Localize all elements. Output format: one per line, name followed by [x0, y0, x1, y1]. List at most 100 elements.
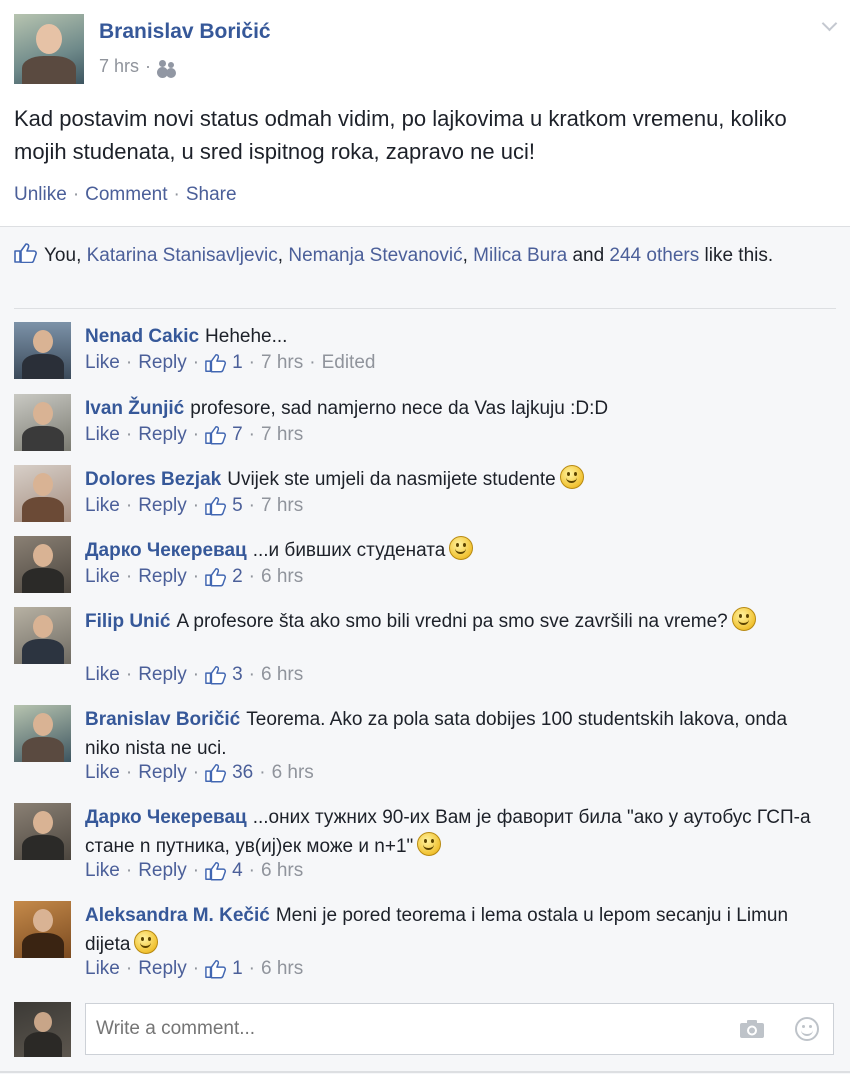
comment-text: A profesore šta ako smo bili vredni pa s…	[176, 611, 728, 632]
author-name[interactable]: Branislav Boričić	[99, 20, 271, 44]
viewer-avatar[interactable]	[14, 1002, 71, 1057]
comment-actions: Like · Reply · 7 · 7 hrs	[85, 424, 303, 446]
comment-like-link[interactable]: Like	[85, 424, 120, 446]
author-avatar[interactable]	[14, 14, 84, 84]
comment-time[interactable]: 6 hrs	[261, 860, 303, 882]
comment-body: Dolores Bezjak Uvijek ste umjeli da nasmi…	[85, 465, 825, 494]
comment-link[interactable]: Comment	[85, 184, 167, 205]
smiley-icon	[417, 832, 442, 856]
commenter-avatar[interactable]	[14, 536, 71, 593]
commenter-avatar[interactable]	[14, 803, 71, 860]
separator: ·	[248, 664, 255, 685]
comment-reply-link[interactable]: Reply	[138, 495, 187, 517]
comment-body: Дарко Чекеревац ...оних тужних 90-их Вам …	[85, 803, 825, 861]
thumbs-up-icon[interactable]	[205, 959, 227, 979]
audience-icon[interactable]	[157, 59, 177, 75]
commenter-name[interactable]: Aleksandra M. Kečić	[85, 905, 270, 926]
post-time[interactable]: 7 hrs	[99, 56, 139, 77]
comment-body: Дарко Чекеревац ...и бивших студената	[85, 536, 825, 565]
thumbs-up-icon[interactable]	[205, 425, 227, 445]
thumbs-up-icon[interactable]	[205, 763, 227, 783]
likes-others-link[interactable]: 244 others	[609, 245, 699, 266]
comment-time[interactable]: 6 hrs	[261, 566, 303, 588]
comment-like-count[interactable]: 36	[232, 762, 253, 784]
liker-name[interactable]: Milica Bura	[473, 245, 567, 266]
comment-body: Aleksandra M. Kečić Meni je pored teorema…	[85, 901, 825, 959]
separator: ·	[192, 352, 200, 373]
separator: ·	[125, 495, 133, 516]
comment-box[interactable]	[85, 1003, 834, 1055]
comment-like-count[interactable]: 3	[232, 664, 243, 686]
comment-like-link[interactable]: Like	[85, 495, 120, 517]
commenter-avatar[interactable]	[14, 394, 71, 451]
thumbs-up-icon[interactable]	[205, 353, 227, 373]
post-card: Branislav Boričić 7 hrs · Kad postavim n…	[0, 0, 850, 226]
commenter-name[interactable]: Filip Unić	[85, 611, 171, 632]
likes-divider	[14, 308, 836, 309]
commenter-avatar[interactable]	[14, 901, 71, 958]
commenter-avatar[interactable]	[14, 607, 71, 664]
comment-like-count[interactable]: 5	[232, 495, 243, 517]
separator: ·	[259, 762, 266, 783]
commenter-avatar[interactable]	[14, 705, 71, 762]
camera-icon[interactable]	[739, 1019, 765, 1039]
comment-time[interactable]: 6 hrs	[261, 958, 303, 980]
separator: ·	[309, 352, 316, 373]
comment-time[interactable]: 6 hrs	[261, 664, 303, 686]
comment-like-count[interactable]: 1	[232, 958, 243, 980]
comment-reply-link[interactable]: Reply	[138, 958, 187, 980]
thumbs-up-icon[interactable]	[205, 567, 227, 587]
comment-body: Ivan Žunjić profesore, sad namjerno nece …	[85, 394, 825, 423]
commenter-name[interactable]: Дарко Чекеревац	[85, 807, 247, 828]
commenter-name[interactable]: Ivan Žunjić	[85, 398, 184, 419]
post-actions: Unlike · Comment · Share	[14, 184, 237, 205]
emoji-icon[interactable]	[795, 1017, 819, 1041]
liker-name[interactable]: Nemanja Stevanović	[288, 245, 462, 266]
comment-like-count[interactable]: 4	[232, 860, 243, 882]
thumbs-up-icon[interactable]	[205, 665, 227, 685]
comment-like-count[interactable]: 7	[232, 424, 243, 446]
comment-time[interactable]: 7 hrs	[261, 424, 303, 446]
meta-separator: ·	[145, 56, 152, 76]
comment-reply-link[interactable]: Reply	[138, 352, 187, 374]
chevron-down-icon[interactable]	[822, 18, 836, 32]
comment-reply-link[interactable]: Reply	[138, 860, 187, 882]
unlike-link[interactable]: Unlike	[14, 184, 67, 205]
comment-reply-link[interactable]: Reply	[138, 762, 187, 784]
comment-reply-link[interactable]: Reply	[138, 424, 187, 446]
commenter-avatar[interactable]	[14, 465, 71, 522]
comment-like-link[interactable]: Like	[85, 664, 120, 686]
thumbs-up-icon[interactable]	[205, 861, 227, 881]
comment-actions: Like · Reply · 3 · 6 hrs	[85, 664, 303, 686]
comment-like-count[interactable]: 1	[232, 352, 243, 374]
comment-like-link[interactable]: Like	[85, 860, 120, 882]
likes-and: and	[572, 245, 605, 266]
commenter-name[interactable]: Dolores Bezjak	[85, 469, 221, 490]
separator: ·	[192, 664, 200, 685]
separator: ·	[248, 860, 255, 881]
comment-like-link[interactable]: Like	[85, 352, 120, 374]
comment-like-link[interactable]: Like	[85, 762, 120, 784]
thumbs-up-icon[interactable]	[205, 496, 227, 516]
comment-text: ...и бивших студената	[252, 540, 446, 561]
comment-edited[interactable]: Edited	[322, 352, 376, 374]
comment-time[interactable]: 6 hrs	[272, 762, 314, 784]
commenter-name[interactable]: Branislav Boričić	[85, 709, 240, 730]
commenter-name[interactable]: Nenad Cakic	[85, 326, 199, 347]
commenter-name[interactable]: Дарко Чекеревац	[85, 540, 247, 561]
comment-like-count[interactable]: 2	[232, 566, 243, 588]
comment-like-link[interactable]: Like	[85, 566, 120, 588]
separator: ·	[125, 566, 133, 587]
post-meta: 7 hrs ·	[99, 56, 177, 77]
comment-reply-link[interactable]: Reply	[138, 664, 187, 686]
share-link[interactable]: Share	[186, 184, 237, 205]
comment-reply-link[interactable]: Reply	[138, 566, 187, 588]
comment-like-link[interactable]: Like	[85, 958, 120, 980]
comment-input[interactable]	[96, 1018, 696, 1040]
comment-text: Uvijek ste umjeli da nasmijete studente	[227, 469, 556, 490]
separator: ·	[125, 352, 133, 373]
comment-time[interactable]: 7 hrs	[261, 495, 303, 517]
commenter-avatar[interactable]	[14, 322, 71, 379]
liker-name[interactable]: Katarina Stanisavljevic	[87, 245, 278, 266]
comment-time[interactable]: 7 hrs	[261, 352, 303, 374]
